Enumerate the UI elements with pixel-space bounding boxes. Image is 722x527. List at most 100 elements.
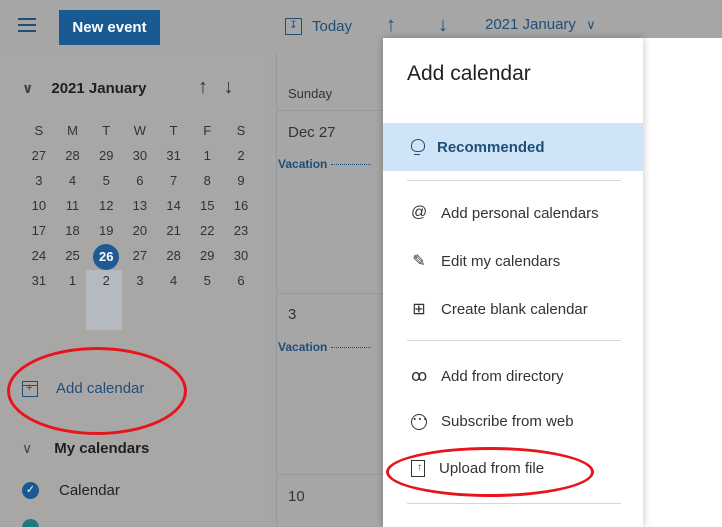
mini-calendar-header: ∨ 2021 January <box>22 80 146 97</box>
day-cell[interactable]: 27 <box>123 244 157 268</box>
day-cell[interactable]: 18 <box>56 219 90 243</box>
day-cell[interactable]: 21 <box>157 219 191 243</box>
day-cell[interactable]: 29 <box>89 144 123 168</box>
week-row: 17 18 19 20 21 22 23 <box>22 219 258 243</box>
day-cell[interactable]: 1 <box>190 144 224 168</box>
vacation-event[interactable]: Vacation <box>278 340 371 354</box>
mini-calendar-arrows: ↑ ↓ <box>198 76 244 99</box>
annotation-oval-add-calendar <box>7 347 187 435</box>
my-calendars-header[interactable]: ∨ My calendars <box>22 440 149 457</box>
day-cell[interactable]: 6 <box>123 169 157 193</box>
edit-my-calendars-item[interactable]: ✎ Edit my calendars <box>411 251 560 271</box>
vacation-event[interactable]: Vacation <box>278 157 371 171</box>
day-cell[interactable]: 8 <box>190 169 224 193</box>
month-label: 2021 January <box>485 16 576 33</box>
mini-calendar-month: 2021 January <box>51 80 147 97</box>
day-cell[interactable]: 6 <box>224 269 258 293</box>
next-arrow-icon[interactable]: ↓ <box>438 14 448 37</box>
day-cell[interactable]: 27 <box>22 144 56 168</box>
day-column-header: Sunday <box>288 86 333 101</box>
calendar-item-label: Calendar <box>59 482 120 499</box>
day-cell[interactable]: 31 <box>22 269 56 293</box>
mini-prev-arrow-icon[interactable]: ↑ <box>198 76 208 98</box>
collapse-chevron-icon[interactable]: ∨ <box>22 80 33 97</box>
day-cell[interactable]: 13 <box>123 194 157 218</box>
hamburger-menu-icon[interactable] <box>18 18 36 32</box>
menu-item-label: Add from directory <box>441 367 564 385</box>
day-cell[interactable]: 3 <box>123 269 157 293</box>
today-label: Today <box>312 17 353 35</box>
web-subscribe-icon: ⋯ <box>411 410 428 430</box>
day-cell[interactable]: 5 <box>190 269 224 293</box>
day-cell[interactable]: 14 <box>157 194 191 218</box>
week-row: 24 25 26 27 28 29 30 <box>22 244 258 270</box>
weekday-label: S <box>236 123 246 138</box>
mini-calendar-grid: S M T W T F S 27 28 29 30 31 1 2 3 4 5 6… <box>22 119 258 294</box>
day-cell[interactable]: 15 <box>190 194 224 218</box>
day-cell[interactable]: 5 <box>89 169 123 193</box>
day-cell[interactable]: 28 <box>157 244 191 268</box>
day-cell[interactable]: 2 <box>89 269 123 293</box>
weekday-label: F <box>203 123 212 138</box>
day-cell[interactable]: 31 <box>157 144 191 168</box>
calendar-today-icon: ↧ <box>285 17 302 35</box>
annotation-oval-upload-file <box>386 447 594 497</box>
checkmark-icon: ✓ <box>22 482 39 499</box>
menu-item-label: Add personal calendars <box>441 204 599 222</box>
previous-arrow-icon[interactable]: ↑ <box>386 14 396 37</box>
panel-title: Add calendar <box>407 62 531 85</box>
new-event-button[interactable]: New event <box>59 10 160 45</box>
week-row: 27 28 29 30 31 1 2 <box>22 144 258 168</box>
weekday-label: W <box>133 123 147 138</box>
today-day-cell[interactable]: 26 <box>89 244 123 270</box>
day-cell[interactable]: 4 <box>56 169 90 193</box>
divider <box>276 110 382 111</box>
date-navigation: ↧ Today <box>282 0 352 52</box>
day-cell[interactable]: 7 <box>157 169 191 193</box>
weekday-header-row: S M T W T F S <box>22 119 258 143</box>
date-label[interactable]: 10 <box>288 488 305 505</box>
week-row: 10 11 12 13 14 15 16 <box>22 194 258 218</box>
divider <box>276 474 382 475</box>
day-cell[interactable]: 11 <box>56 194 90 218</box>
day-cell[interactable]: 2 <box>224 144 258 168</box>
divider <box>407 503 621 504</box>
subscribe-from-web-item[interactable]: ⋯ Subscribe from web <box>411 410 574 430</box>
day-cell[interactable]: 23 <box>224 219 258 243</box>
day-cell[interactable]: 20 <box>123 219 157 243</box>
weekday-label: S <box>34 123 44 138</box>
calendar-list-item[interactable]: ✓ Calendar <box>22 482 120 499</box>
mini-next-arrow-icon[interactable]: ↓ <box>224 76 234 98</box>
day-cell[interactable]: 29 <box>190 244 224 268</box>
day-cell[interactable]: 19 <box>89 219 123 243</box>
day-cell[interactable]: 17 <box>22 219 56 243</box>
date-label[interactable]: 3 <box>288 306 296 323</box>
month-picker[interactable]: 2021 January ∨ <box>485 16 596 33</box>
day-cell[interactable]: 24 <box>22 244 56 268</box>
day-cell[interactable]: 12 <box>89 194 123 218</box>
chevron-down-icon: ∨ <box>586 17 596 32</box>
day-cell[interactable]: 28 <box>56 144 90 168</box>
day-cell[interactable]: 22 <box>190 219 224 243</box>
today-button[interactable]: ↧ Today <box>285 17 353 35</box>
weekday-label: T <box>169 123 178 138</box>
day-cell[interactable]: 30 <box>224 244 258 268</box>
day-cell[interactable]: 1 <box>56 269 90 293</box>
day-cell[interactable]: 3 <box>22 169 56 193</box>
day-cell[interactable]: 10 <box>22 194 56 218</box>
add-personal-calendars-item[interactable]: @ Add personal calendars <box>411 204 599 222</box>
day-cell[interactable]: 16 <box>224 194 258 218</box>
date-label[interactable]: Dec 27 <box>288 124 336 141</box>
day-cell[interactable]: 9 <box>224 169 258 193</box>
chevron-down-icon: ∨ <box>22 440 33 456</box>
recommended-item[interactable]: Recommended <box>383 123 643 171</box>
menu-item-label: Create blank calendar <box>441 300 588 318</box>
day-cell[interactable]: 30 <box>123 144 157 168</box>
day-cell[interactable]: 4 <box>157 269 191 293</box>
day-cell[interactable]: 25 <box>56 244 90 268</box>
create-blank-calendar-item[interactable]: ⊞ Create blank calendar <box>411 299 588 319</box>
recommended-label: Recommended <box>437 138 545 156</box>
people-add-icon: ꝏ <box>411 368 428 385</box>
calendar-add-icon: ⊞ <box>412 301 426 318</box>
add-from-directory-item[interactable]: ꝏ Add from directory <box>411 366 564 386</box>
